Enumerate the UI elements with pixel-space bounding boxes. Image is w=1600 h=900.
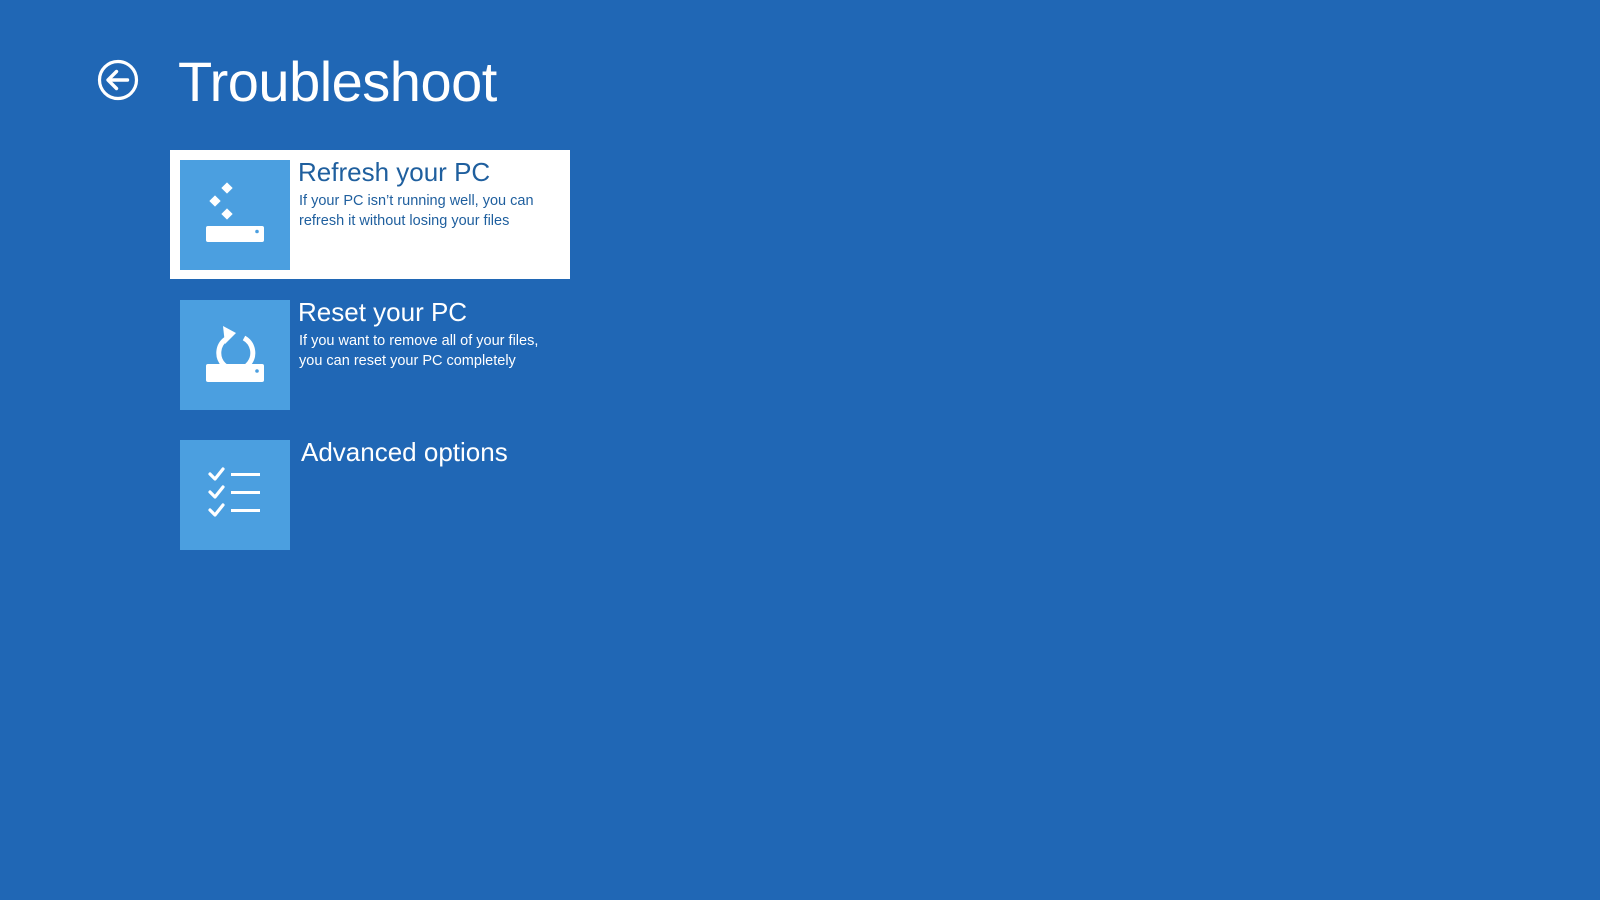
advanced-options-tile — [180, 440, 290, 550]
refresh-pc-tile — [180, 160, 290, 270]
reset-pc-title: Reset your PC — [298, 297, 468, 327]
reset-pc-icon — [206, 326, 264, 382]
reset-pc-tile — [180, 300, 290, 410]
refresh-pc-description: If your PC isn’t running well, you can r… — [299, 193, 534, 229]
checklist-icon — [208, 467, 260, 517]
reset-pc-option[interactable]: Reset your PC If you want to remove all … — [170, 290, 570, 419]
refresh-pc-title: Refresh your PC — [298, 157, 491, 187]
advanced-options-title: Advanced options — [301, 437, 508, 467]
back-button[interactable] — [97, 59, 139, 101]
page-title: Troubleshoot — [178, 50, 497, 113]
reset-pc-description: If you want to remove all of your files,… — [299, 333, 539, 369]
refresh-pc-option[interactable]: Refresh your PC If your PC isn’t running… — [170, 150, 570, 279]
back-arrow-circle-icon — [97, 59, 139, 101]
recovery-screen: Troubleshoot Refresh your PC If your PC … — [0, 0, 1600, 900]
refresh-pc-icon — [206, 182, 264, 242]
troubleshoot-options: Refresh your PC If your PC isn’t running… — [170, 150, 570, 570]
advanced-options-option[interactable]: Advanced options — [170, 430, 570, 559]
